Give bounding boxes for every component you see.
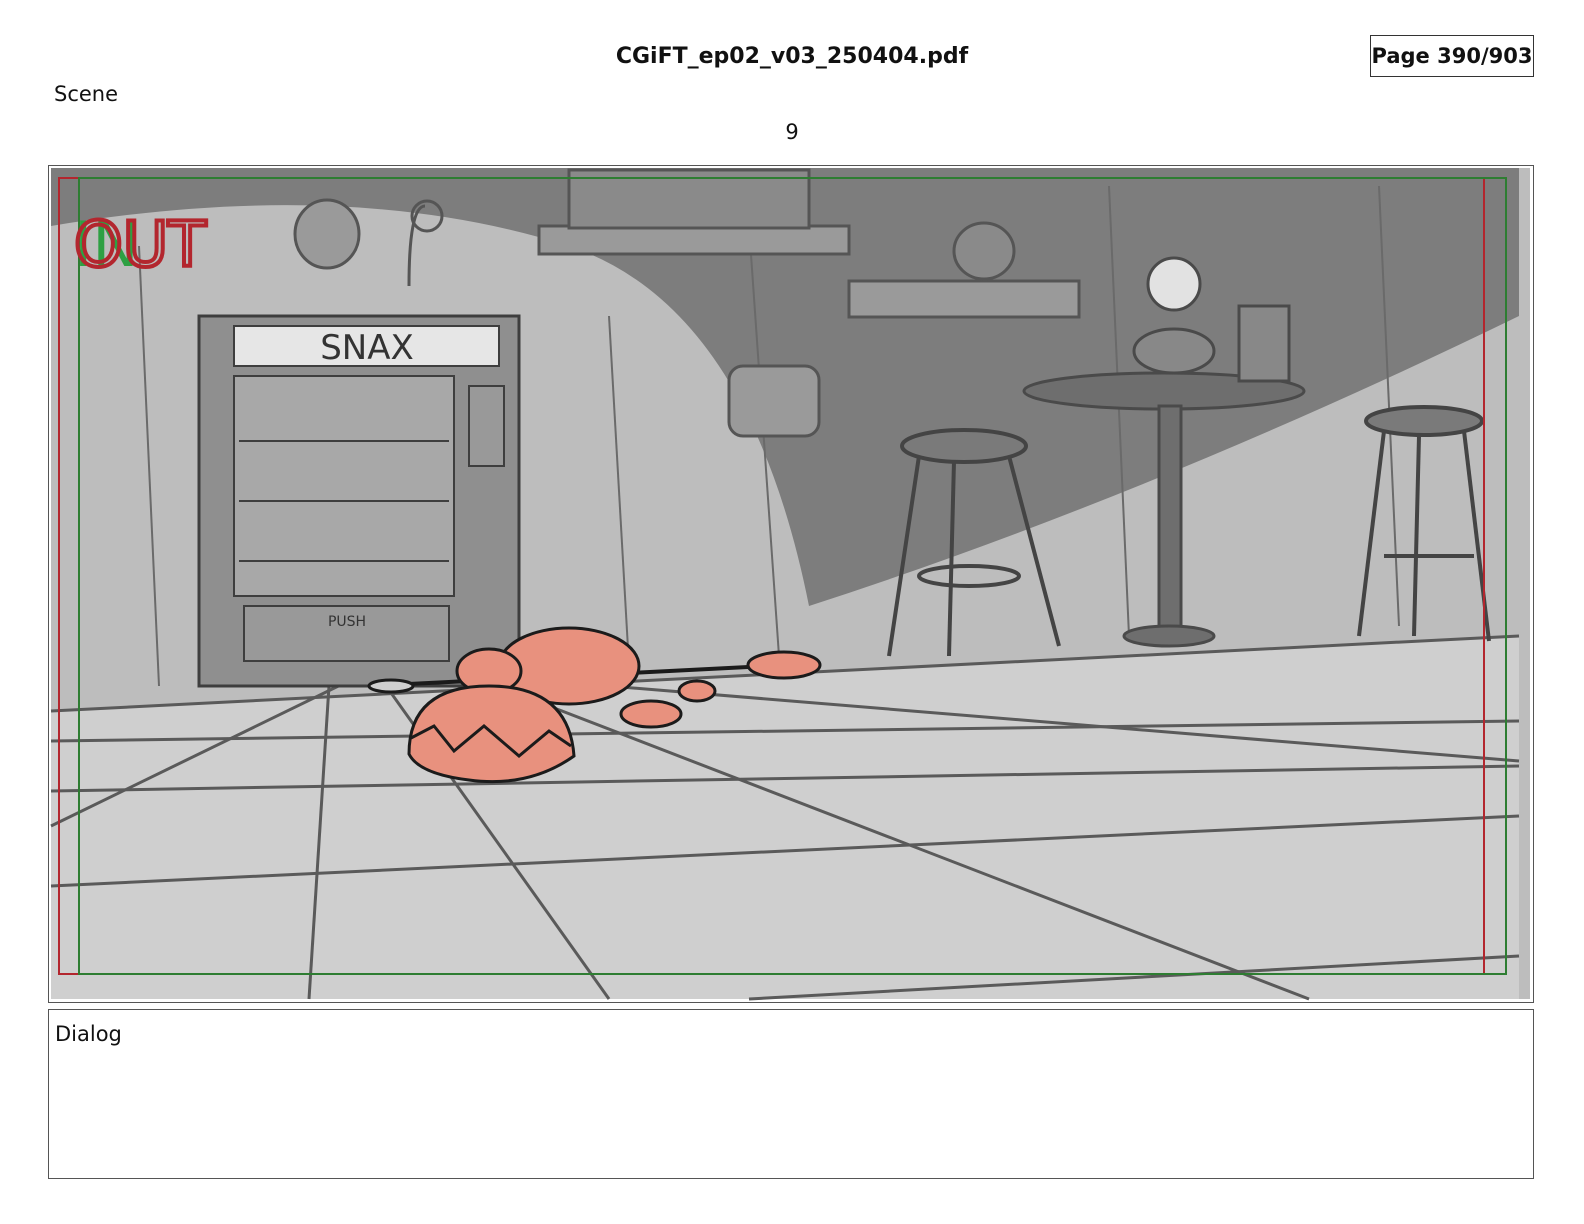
vending-push-text: PUSH [328, 614, 366, 630]
storyboard-drawing: SNAX PUSH IN OUT [50, 168, 1530, 1001]
storyboard-panel: SNAX PUSH IN OUT [48, 165, 1534, 1003]
vending-sign-text: SNAX [320, 328, 414, 368]
scene-number: 9 [785, 120, 799, 144]
page-indicator-text: Page 390/903 [1371, 44, 1533, 68]
document-title: CGiFT_ep02_v03_250404.pdf [615, 44, 969, 69]
vending-machine: SNAX PUSH [197, 314, 521, 688]
page-indicator: Page 390/903 [1370, 35, 1534, 77]
out-marker: OUT [74, 208, 207, 281]
dialog-box: Dialog [48, 1009, 1534, 1179]
dialog-label: Dialog [55, 1022, 122, 1046]
scene-label: Scene [54, 82, 119, 106]
